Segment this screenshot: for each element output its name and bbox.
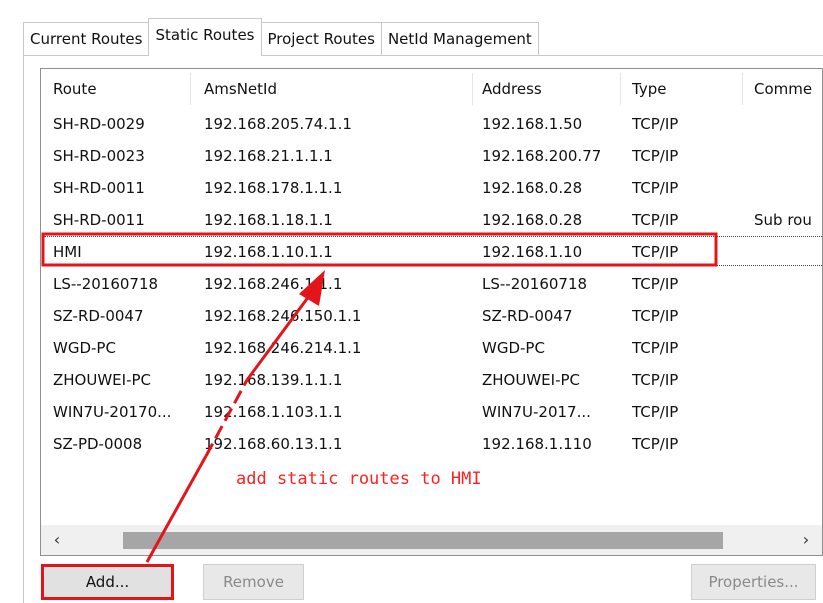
address-cell: 192.168.1.10 — [482, 243, 583, 261]
amsnetid-cell: 192.168.246.214.1.1 — [204, 339, 362, 357]
route-cell: ZHOUWEI-PC — [53, 371, 152, 389]
amsnetid-cell: 192.168.178.1.1.1 — [204, 179, 343, 197]
address-cell: 192.168.0.28 — [482, 211, 583, 229]
amsnetid-cell: 192.168.1.10.1.1 — [204, 243, 333, 261]
scroll-right-icon[interactable]: › — [792, 525, 820, 555]
amsnetid-cell: 192.168.1.103.1.1 — [204, 403, 343, 421]
type-cell: TCP/IP — [632, 339, 679, 357]
tab-current-routes[interactable]: Current Routes — [23, 22, 150, 56]
table-row[interactable]: SZ-PD-0008 192.168.60.13.1.1 192.168.1.1… — [41, 428, 822, 460]
column-divider[interactable] — [190, 73, 191, 105]
route-cell: SH-RD-0023 — [53, 147, 145, 165]
amsnetid-cell: 192.168.21.1.1.1 — [204, 147, 333, 165]
amsnetid-cell: 192.168.246.150.1.1 — [204, 307, 362, 325]
amsnetid-cell: 192.168.139.1.1.1 — [204, 371, 343, 389]
list-header: Route AmsNetId Address Type Comme — [41, 73, 822, 105]
table-row[interactable]: ZHOUWEI-PC 192.168.139.1.1.1 ZHOUWEI-PC … — [41, 364, 822, 396]
route-cell: SH-RD-0011 — [53, 211, 145, 229]
address-cell: LS--20160718 — [482, 275, 588, 293]
address-cell: 192.168.1.110 — [482, 435, 592, 453]
remove-button[interactable]: Remove — [203, 564, 304, 600]
amsnetid-cell: 192.168.205.74.1.1 — [204, 115, 352, 133]
annotation-text: add static routes to HMI — [236, 469, 482, 489]
column-divider[interactable] — [742, 73, 743, 105]
column-header-amsnetid[interactable]: AmsNetId — [204, 73, 472, 105]
route-cell: WGD-PC — [53, 339, 116, 357]
type-cell: TCP/IP — [632, 115, 679, 133]
table-row[interactable]: WIN7U-20170... 192.168.1.103.1.1 WIN7U-2… — [41, 396, 822, 428]
type-cell: TCP/IP — [632, 179, 679, 197]
table-row[interactable]: SH-RD-0011 192.168.178.1.1.1 192.168.0.2… — [41, 172, 822, 204]
type-cell: TCP/IP — [632, 307, 679, 325]
route-cell: SZ-RD-0047 — [53, 307, 144, 325]
scrollbar-thumb[interactable] — [123, 532, 723, 549]
type-cell: TCP/IP — [632, 371, 679, 389]
tab-project-routes[interactable]: Project Routes — [260, 22, 382, 56]
address-cell: 192.168.1.50 — [482, 115, 583, 133]
amsnetid-cell: 192.168.60.13.1.1 — [204, 435, 343, 453]
table-row[interactable]: LS--20160718 192.168.246.1.1.1 LS--20160… — [41, 268, 822, 300]
type-cell: TCP/IP — [632, 243, 679, 261]
type-cell: TCP/IP — [632, 275, 679, 293]
horizontal-scrollbar[interactable]: ‹ › — [41, 525, 822, 555]
table-row[interactable]: WGD-PC 192.168.246.214.1.1 WGD-PC TCP/IP — [41, 332, 822, 364]
amsnetid-cell: 192.168.246.1.1.1 — [204, 275, 343, 293]
comment-cell: Sub rou — [754, 211, 812, 229]
address-cell: SZ-RD-0047 — [482, 307, 573, 325]
route-cell: LS--20160718 — [53, 275, 159, 293]
type-cell: TCP/IP — [632, 147, 679, 165]
table-row[interactable]: SZ-RD-0047 192.168.246.150.1.1 SZ-RD-004… — [41, 300, 822, 332]
route-cell: SH-RD-0011 — [53, 179, 145, 197]
column-divider[interactable] — [472, 73, 473, 105]
address-cell: 192.168.200.77 — [482, 147, 602, 165]
tab-netid-management[interactable]: NetId Management — [380, 22, 539, 56]
amsnetid-cell: 192.168.1.18.1.1 — [204, 211, 333, 229]
address-cell: WGD-PC — [482, 339, 545, 357]
address-cell: 192.168.0.28 — [482, 179, 583, 197]
properties-button[interactable]: Properties... — [691, 564, 816, 600]
route-cell: SH-RD-0029 — [53, 115, 145, 133]
column-header-route[interactable]: Route — [53, 73, 193, 105]
type-cell: TCP/IP — [632, 435, 679, 453]
table-row-hmi[interactable]: HMI 192.168.1.10.1.1 192.168.1.10 TCP/IP — [41, 236, 822, 268]
column-divider[interactable] — [620, 73, 621, 105]
table-row[interactable]: SH-RD-0023 192.168.21.1.1.1 192.168.200.… — [41, 140, 822, 172]
column-header-comment[interactable]: Comme — [754, 73, 822, 105]
table-row[interactable]: SH-RD-0029 192.168.205.74.1.1 192.168.1.… — [41, 108, 822, 140]
column-header-type[interactable]: Type — [632, 73, 742, 105]
route-cell: WIN7U-20170... — [53, 403, 172, 421]
scroll-left-icon[interactable]: ‹ — [43, 525, 71, 555]
type-cell: TCP/IP — [632, 403, 679, 421]
tab-static-routes[interactable]: Static Routes — [148, 18, 262, 56]
table-row[interactable]: SH-RD-0011 192.168.1.18.1.1 192.168.0.28… — [41, 204, 822, 236]
address-cell: WIN7U-2017... — [482, 403, 591, 421]
route-cell: SZ-PD-0008 — [53, 435, 143, 453]
route-cell: HMI — [53, 243, 82, 261]
address-cell: ZHOUWEI-PC — [482, 371, 581, 389]
column-header-address[interactable]: Address — [482, 73, 617, 105]
type-cell: TCP/IP — [632, 211, 679, 229]
tab-strip: Current Routes Static Routes Project Rou… — [23, 18, 539, 56]
add-button[interactable]: Add... — [41, 564, 174, 600]
